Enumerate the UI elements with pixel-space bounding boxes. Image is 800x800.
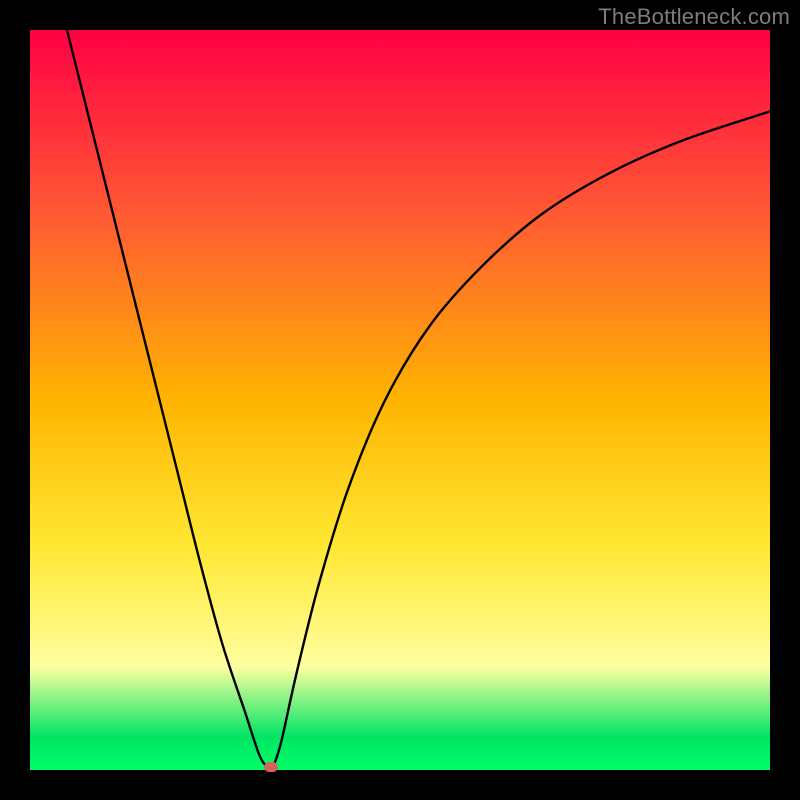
watermark-text: TheBottleneck.com xyxy=(598,4,790,30)
plot-area xyxy=(30,30,770,770)
optimal-point-marker xyxy=(264,762,278,772)
bottleneck-curve xyxy=(67,30,770,770)
curve-layer xyxy=(30,30,770,770)
chart-frame: TheBottleneck.com xyxy=(0,0,800,800)
